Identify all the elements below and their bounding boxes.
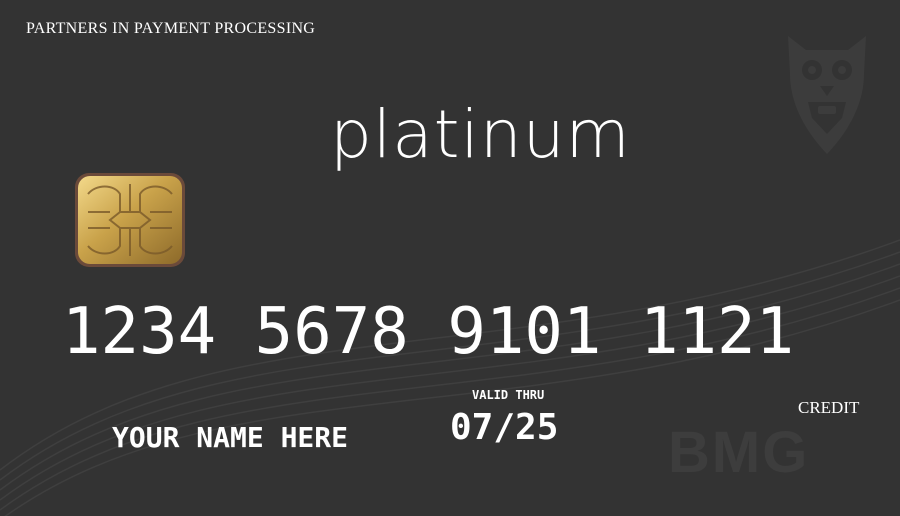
emv-chip-icon <box>75 173 185 267</box>
card-brand-name: platinum <box>330 96 631 173</box>
card-number: 1234 5678 9101 1121 <box>62 295 795 369</box>
credit-card: PARTNERS IN PAYMENT PROCESSING platinum <box>0 0 900 516</box>
issuer-logo: BMG <box>668 420 810 485</box>
valid-thru-label: VALID THRU <box>472 388 545 402</box>
card-type-label: CREDIT <box>798 398 860 417</box>
cardholder-name: YOUR NAME HERE <box>112 421 349 454</box>
owl-logo-icon <box>788 36 866 154</box>
card-tagline: PARTNERS IN PAYMENT PROCESSING <box>26 20 316 37</box>
expiry-date: 07/25 <box>450 407 559 448</box>
